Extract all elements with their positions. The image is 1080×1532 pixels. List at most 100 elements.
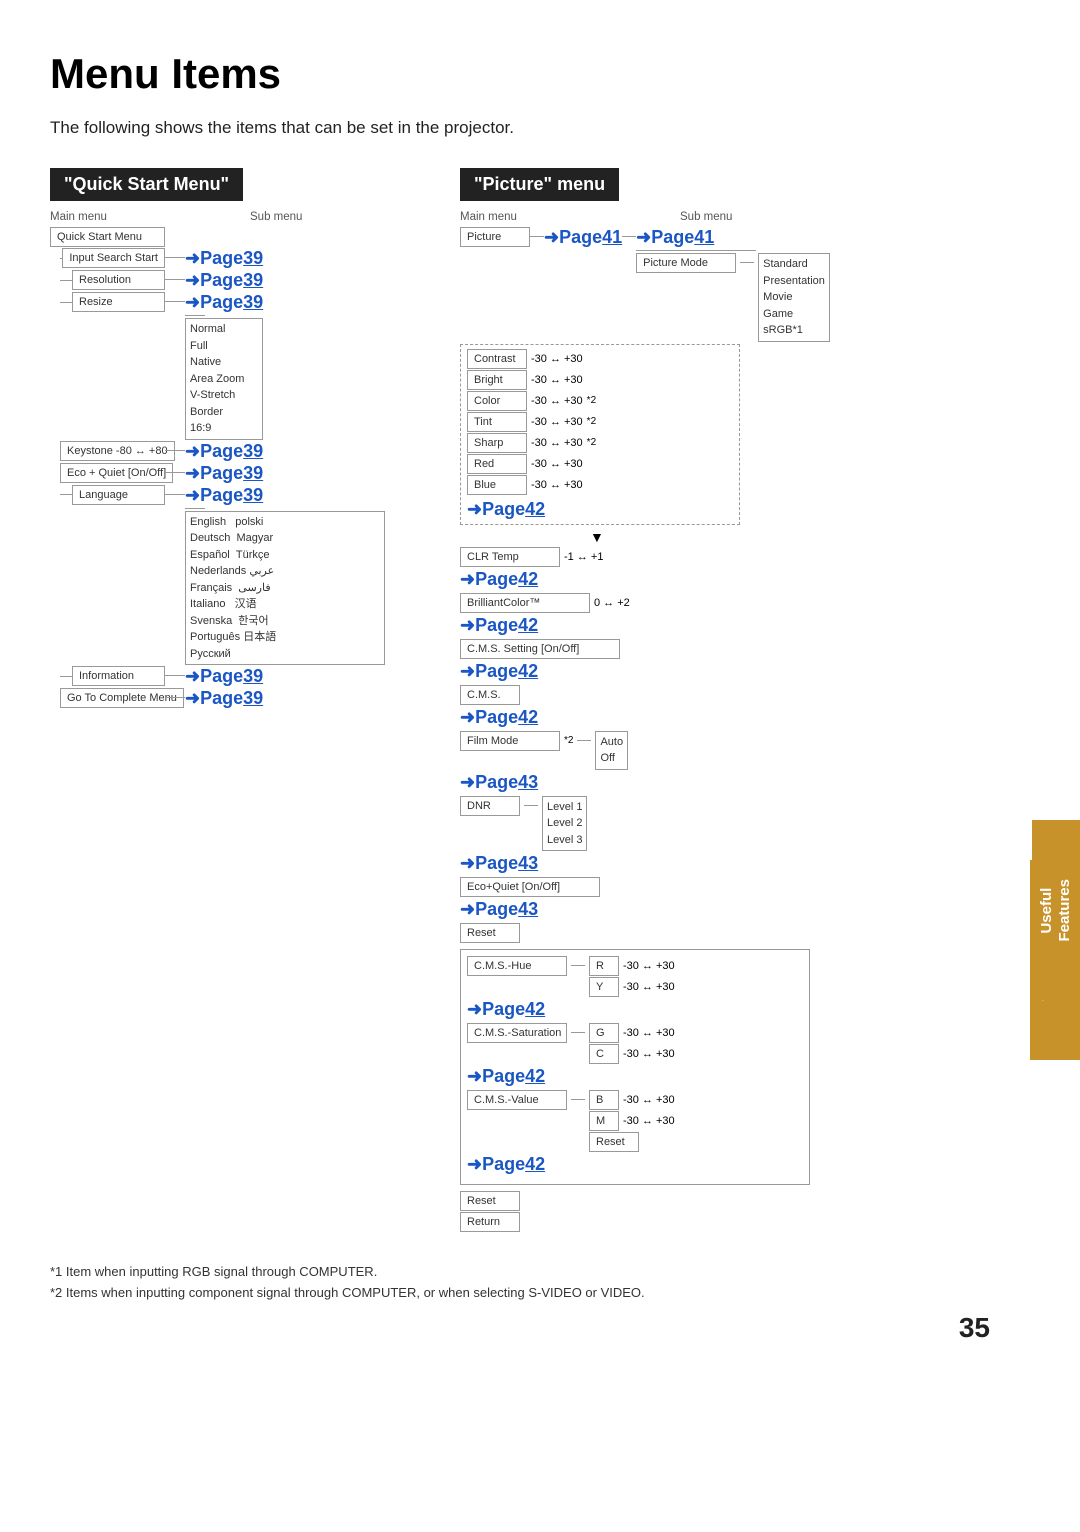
pic-arrow-42g: ➜ Page 42: [467, 1066, 545, 1087]
intro-text: The following shows the items that can b…: [50, 118, 1030, 138]
qs-language-box: Language: [72, 485, 165, 505]
cms-r-range: -30 ↔ +30: [623, 960, 675, 972]
pic-sharp-note: *2: [587, 437, 596, 448]
pic-contrast-range: -30 ↔ +30: [531, 353, 583, 365]
pic-color-note: *2: [587, 395, 596, 406]
pic-diagram: Picture ➜ Page 41 ➜ Page 41: [460, 227, 1030, 1232]
qs-input-search-box: Input Search Start: [62, 248, 165, 268]
pic-adjustments-dashed: Contrast -30 ↔ +30 Bright -30 ↔ +30 Colo…: [460, 344, 740, 525]
pic-arrow-42c: ➜ Page 42: [460, 615, 538, 636]
pic-sharp-box: Sharp: [467, 433, 527, 453]
pic-arrow-43c: ➜ Page 43: [460, 899, 538, 920]
pic-arrow-42a: ➜ Page 42: [467, 499, 545, 520]
footnotes: *1 Item when inputting RGB signal throug…: [50, 1262, 1030, 1304]
pic-main-box: Picture: [460, 227, 530, 247]
pic-blue-range: -30 ↔ +30: [531, 479, 583, 491]
pic-arrow-43a: ➜ Page 43: [460, 772, 538, 793]
cms-m-range: -30 ↔ +30: [623, 1115, 675, 1127]
qs-arrow-1: ➜ Page 39: [185, 270, 263, 291]
pic-main-label: Main menu: [460, 211, 540, 223]
qs-resize-sub: NormalFullNativeArea ZoomV-StretchBorder…: [185, 318, 263, 440]
qs-arrow-6: ➜ Page 39: [185, 666, 263, 687]
footnote-1: *1 Item when inputting RGB signal throug…: [50, 1262, 1030, 1283]
qs-eco-box: Eco + Quiet [On/Off]: [60, 463, 173, 483]
pic-contrast-box: Contrast: [467, 349, 527, 369]
qs-sub-label: Sub menu: [250, 211, 302, 223]
page-container: UsefulFeatures Menu Items The following …: [0, 0, 1080, 1384]
pic-arrow-42f: ➜ Page 42: [467, 999, 545, 1020]
pic-arrow-41a: ➜ Page 41: [544, 227, 622, 248]
pic-brilliant-box: BrilliantColor™: [460, 593, 590, 613]
cms-g-range: -30 ↔ +30: [623, 1027, 675, 1039]
pic-tint-box: Tint: [467, 412, 527, 432]
qs-resize-box: Resize: [72, 292, 165, 312]
pic-filmmode-sub: AutoOff: [595, 731, 628, 770]
quick-start-section: "Quick Start Menu" Main menu Sub menu Qu…: [50, 168, 430, 710]
qs-arrow-3: ➜ Page 39: [185, 441, 263, 462]
pic-color-range: -30 ↔ +30: [531, 395, 583, 407]
cms-y-range: -30 ↔ +30: [623, 981, 675, 993]
pic-dnr-sub: Level 1Level 2Level 3: [542, 796, 587, 852]
pic-eco-box: Eco+Quiet [On/Off]: [460, 877, 600, 897]
pic-reset-box: Reset: [460, 923, 520, 943]
qs-arrow-4: ➜ Page 39: [185, 463, 263, 484]
pic-mode-sub: StandardPresentationMovieGamesRGB*1: [758, 253, 830, 342]
pic-arrow-42d: ➜ Page 42: [460, 661, 538, 682]
pic-arrow-42h: ➜ Page 42: [467, 1154, 545, 1175]
cms-r-box: R: [589, 956, 619, 976]
pic-tint-note: *2: [587, 416, 596, 427]
picture-menu-section: "Picture" menu Main menu Sub menu Pictur…: [460, 168, 1030, 1232]
pic-mode-box: Picture Mode: [636, 253, 736, 273]
pic-bright-box: Bright: [467, 370, 527, 390]
pic-arrow-41b: ➜ Page 41: [636, 227, 830, 248]
qs-spacer: [170, 211, 250, 223]
pic-arrow-42e: ➜ Page 42: [460, 707, 538, 728]
pic-sub-label: Sub menu: [680, 211, 732, 223]
pic-cms-subsection: C.M.S.-Hue R -30 ↔ +30 Y -30 ↔ +30: [460, 949, 810, 1185]
cms-reset-inner-box: Reset: [589, 1132, 639, 1152]
footnote-2: *2 Items when inputting component signal…: [50, 1283, 1030, 1304]
pic-cmshue-box: C.M.S.-Hue: [467, 956, 567, 976]
qs-arrow-2: ➜ Page 39: [185, 292, 263, 313]
qs-resolution-box: Resolution: [72, 270, 165, 290]
pic-cmssat-box: C.M.S.-Saturation: [467, 1023, 567, 1043]
picture-header: "Picture" menu: [460, 168, 619, 201]
pic-bottom-reset: Reset: [460, 1191, 520, 1211]
pic-red-box: Red: [467, 454, 527, 474]
pic-bottom-return: Return: [460, 1212, 520, 1232]
cms-y-box: Y: [589, 977, 619, 997]
qs-keystone-box: Keystone -80 ↔ +80: [60, 441, 175, 461]
pic-cms-box: C.M.S.: [460, 685, 520, 705]
pic-filmmode-note: *2: [564, 735, 573, 746]
page-title: Menu Items: [50, 50, 1030, 98]
qs-language-sub: English polski Deutsch Magyar Español Tü…: [185, 511, 385, 666]
useful-features-label: UsefulFeatures: [1038, 879, 1074, 942]
pic-tint-range: -30 ↔ +30: [531, 416, 583, 428]
cms-m-box: M: [589, 1111, 619, 1131]
qs-main-label: Main menu: [50, 211, 170, 223]
qs-goto-box: Go To Complete Menu: [60, 688, 184, 708]
pic-brilliant-range: 0 ↔ +2: [594, 597, 630, 609]
pic-red-range: -30 ↔ +30: [531, 458, 583, 470]
qs-arrow-7: ➜ Page 39: [185, 688, 263, 709]
pic-cmsval-box: C.M.S.-Value: [467, 1090, 567, 1110]
qs-arrow-0: ➜ Page 39: [185, 248, 263, 269]
pic-bright-range: -30 ↔ +30: [531, 374, 583, 386]
qs-arrow-5: ➜ Page 39: [185, 485, 385, 506]
quick-start-header: "Quick Start Menu": [50, 168, 243, 201]
pic-clrtemp-box: CLR Temp: [460, 547, 560, 567]
qs-information-box: Information: [72, 666, 165, 686]
pic-clrtemp-range: -1 ↔ +1: [564, 551, 603, 563]
pic-arrow-43b: ➜ Page 43: [460, 853, 538, 874]
pic-color-box: Color: [467, 391, 527, 411]
pic-spacer: [540, 211, 680, 223]
pic-sharp-range: -30 ↔ +30: [531, 437, 583, 449]
page-number: 35: [959, 1312, 990, 1344]
cms-c-range: -30 ↔ +30: [623, 1048, 675, 1060]
pic-down-arrow: ▼: [590, 529, 1030, 545]
pic-arrow-42b: ➜ Page 42: [460, 569, 538, 590]
qs-diagram: Quick Start Menu Input Search Start ➜ Pa…: [50, 227, 430, 709]
cms-b-box: B: [589, 1090, 619, 1110]
pic-cms-setting-box: C.M.S. Setting [On/Off]: [460, 639, 620, 659]
pic-dnr-box: DNR: [460, 796, 520, 816]
